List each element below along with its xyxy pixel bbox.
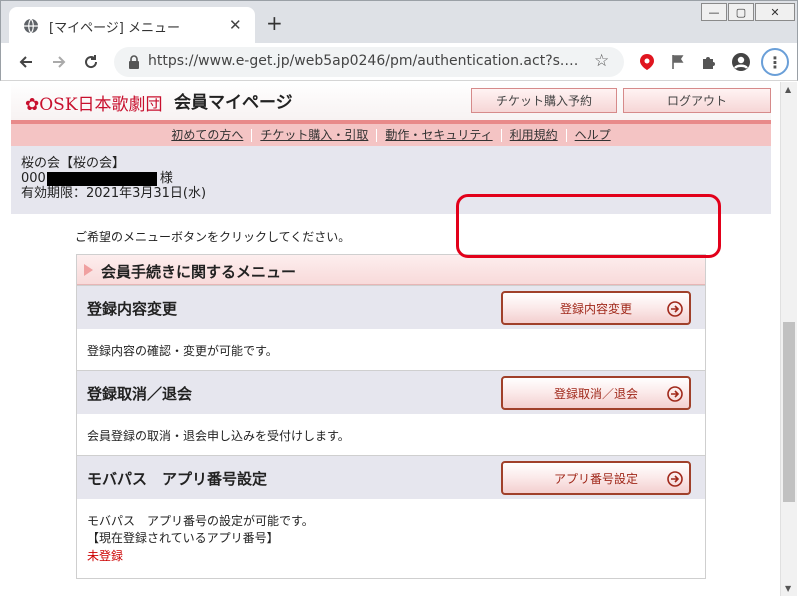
tab-close-icon[interactable]: ✕ (229, 16, 242, 34)
globe-icon (24, 18, 38, 34)
vertical-scrollbar[interactable]: ▲ ▼ (780, 82, 797, 596)
close-window-button[interactable]: ✕ (755, 3, 795, 21)
instruction-text: ご希望のメニューボタンをクリックしてください。 (75, 230, 351, 244)
address-bar[interactable]: https://www.e-get.jp/web5ap0246/pm/authe… (114, 47, 624, 77)
star-icon[interactable]: ☆ (594, 51, 609, 71)
ticket-reserve-button[interactable]: チケット購入予約 (471, 88, 617, 113)
forward-button[interactable] (48, 51, 70, 73)
logout-button[interactable]: ログアウト (623, 88, 771, 113)
maximize-icon: ▢ (735, 5, 747, 19)
button-label: アプリ番号設定 (553, 471, 638, 486)
minimize-icon: — (708, 5, 720, 19)
member-club: 桜の会【桜の会】 (21, 156, 126, 171)
edit-registration-button[interactable]: 登録内容変更 (501, 291, 691, 325)
row-title: モバパス アプリ番号設定 (87, 470, 268, 488)
flag-icon[interactable] (667, 51, 689, 73)
app-number-button[interactable]: アプリ番号設定 (501, 461, 691, 495)
menu-row-header: 登録取消／退会 登録取消／退会 (77, 370, 705, 414)
close-icon: ✕ (770, 5, 780, 19)
nav-link-security[interactable]: 動作・セキュリティ (377, 128, 502, 142)
menu-row-header: モバパス アプリ番号設定 アプリ番号設定 (77, 455, 705, 499)
app-number-status: 未登録 (87, 549, 124, 563)
osk-logo[interactable]: ✿OSK日本歌劇団 (25, 90, 163, 115)
page-title: 会員マイページ (174, 93, 293, 113)
cancel-membership-button[interactable]: 登録取消／退会 (501, 376, 691, 410)
profile-icon[interactable] (730, 51, 752, 73)
circle-arrow-right-icon (667, 471, 683, 487)
sakura-icon: ✿ (25, 95, 40, 115)
row-description: 登録内容の確認・変更が可能です。 (87, 344, 278, 358)
maximize-button[interactable]: ▢ (728, 3, 754, 21)
tab-bar: [マイページ] メニュー ✕ + — ▢ ✕ (0, 0, 798, 44)
circle-arrow-right-icon (667, 301, 683, 317)
row-note: 【現在登録されているアプリ番号】 (87, 531, 279, 545)
minimize-button[interactable]: — (701, 3, 727, 21)
lock-icon (129, 55, 139, 69)
menu-row-header: 登録内容変更 登録内容変更 (77, 285, 705, 329)
row-description: モバパス アプリ番号の設定が可能です。 (87, 514, 314, 528)
row-description: 会員登録の取消・退会申し込みを受付けします。 (87, 429, 350, 443)
row-title: 登録取消／退会 (87, 385, 193, 403)
member-id-row: 000 様 (21, 171, 761, 186)
tab-title: [マイページ] メニュー (49, 21, 181, 36)
back-button[interactable] (15, 51, 37, 73)
nav-links: 初めての方へ チケット購入・引取 動作・セキュリティ 利用規約 ヘルプ (11, 124, 771, 146)
nav-link-first-time[interactable]: 初めての方へ (163, 128, 253, 142)
member-honorific: 様 (159, 171, 173, 186)
button-label: 登録内容変更 (559, 301, 632, 316)
page-viewport: ✿OSK日本歌劇団 会員マイページ チケット購入予約 ログアウト 初めての方へ … (1, 82, 780, 596)
new-tab-button[interactable]: + (266, 13, 283, 33)
logo-text: OSK日本歌劇団 (39, 95, 163, 115)
scroll-down-icon[interactable]: ▼ (785, 584, 791, 593)
nav-link-terms[interactable]: 利用規約 (502, 128, 567, 142)
triangle-right-icon (84, 264, 93, 276)
scroll-thumb[interactable] (783, 322, 795, 502)
reload-button[interactable] (80, 51, 102, 73)
browser-toolbar: https://www.e-get.jp/web5ap0246/pm/authe… (0, 43, 798, 81)
nav-link-help[interactable]: ヘルプ (567, 128, 619, 142)
section-title: 会員手続きに関するメニュー (101, 263, 297, 281)
section-header: 会員手続きに関するメニュー (77, 255, 705, 285)
scroll-up-icon[interactable]: ▲ (785, 85, 791, 94)
browser-tab[interactable]: [マイページ] メニュー ✕ (9, 7, 255, 44)
puzzle-icon[interactable] (698, 51, 720, 73)
highlight-annotation (456, 194, 721, 258)
member-id-prefix: 000 (21, 171, 46, 186)
redacted-id (46, 171, 157, 186)
circle-arrow-right-icon (667, 386, 683, 402)
nav-link-ticket[interactable]: チケット購入・引取 (252, 128, 378, 142)
extension-red-icon[interactable] (636, 51, 658, 73)
site-header: ✿OSK日本歌劇団 会員マイページ チケット購入予約 ログアウト (11, 82, 771, 120)
reload-icon (85, 55, 98, 69)
row-title: 登録内容変更 (87, 300, 178, 318)
url-text: https://www.e-get.jp/web5ap0246/pm/authe… (148, 53, 579, 69)
back-arrow-icon (19, 56, 32, 68)
more-menu-icon[interactable]: ⋮ (761, 48, 789, 76)
button-label: 登録取消／退会 (553, 386, 638, 401)
forward-arrow-icon (53, 56, 66, 68)
member-menu: 会員手続きに関するメニュー 登録内容変更 登録内容変更 登録内容の確認・変更が可… (76, 254, 706, 579)
